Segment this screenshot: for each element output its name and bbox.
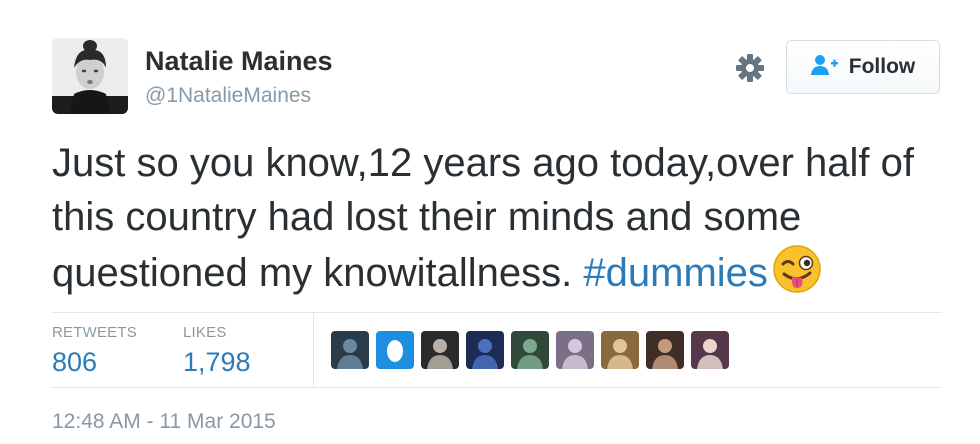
likes-count: 1,798 [183, 347, 251, 377]
tweet-text: Just so you know,12 years ago today,over… [52, 136, 932, 300]
liker-avatar-3[interactable] [421, 331, 459, 369]
follow-button-label: Follow [848, 55, 916, 78]
likes-label: LIKES [183, 324, 227, 341]
liker-avatar-8[interactable] [646, 331, 684, 369]
liker-avatar-list [331, 331, 729, 369]
liker-avatar-1[interactable] [331, 331, 369, 369]
stats-bottom-divider [52, 387, 942, 388]
liker-avatar-6[interactable] [556, 331, 594, 369]
retweets-count: 806 [52, 347, 98, 377]
retweets-stat[interactable]: RETWEETS 806 [52, 324, 137, 378]
user-handle[interactable]: @1NatalieMaines [145, 84, 311, 108]
display-name[interactable]: Natalie Maines [145, 46, 333, 77]
liker-avatar-2[interactable] [376, 331, 414, 369]
liker-avatar-9[interactable] [691, 331, 729, 369]
profile-photo [52, 38, 128, 114]
likes-stat[interactable]: LIKES 1,798 [183, 324, 251, 378]
retweets-label: RETWEETS [52, 324, 137, 341]
liker-avatar-4[interactable] [466, 331, 504, 369]
stats-separator [313, 313, 314, 387]
winking-face-with-tongue-icon [772, 244, 822, 294]
hashtag-link[interactable]: #dummies [583, 251, 768, 295]
follow-button[interactable]: Follow [786, 40, 940, 94]
add-user-icon [810, 54, 839, 81]
stats-top-divider [52, 312, 942, 313]
liker-avatar-5[interactable] [511, 331, 549, 369]
liker-avatar-7[interactable] [601, 331, 639, 369]
tweet-timestamp[interactable]: 12:48 AM - 11 Mar 2015 [52, 410, 276, 434]
avatar[interactable] [52, 38, 128, 114]
gear-icon[interactable] [733, 51, 767, 85]
